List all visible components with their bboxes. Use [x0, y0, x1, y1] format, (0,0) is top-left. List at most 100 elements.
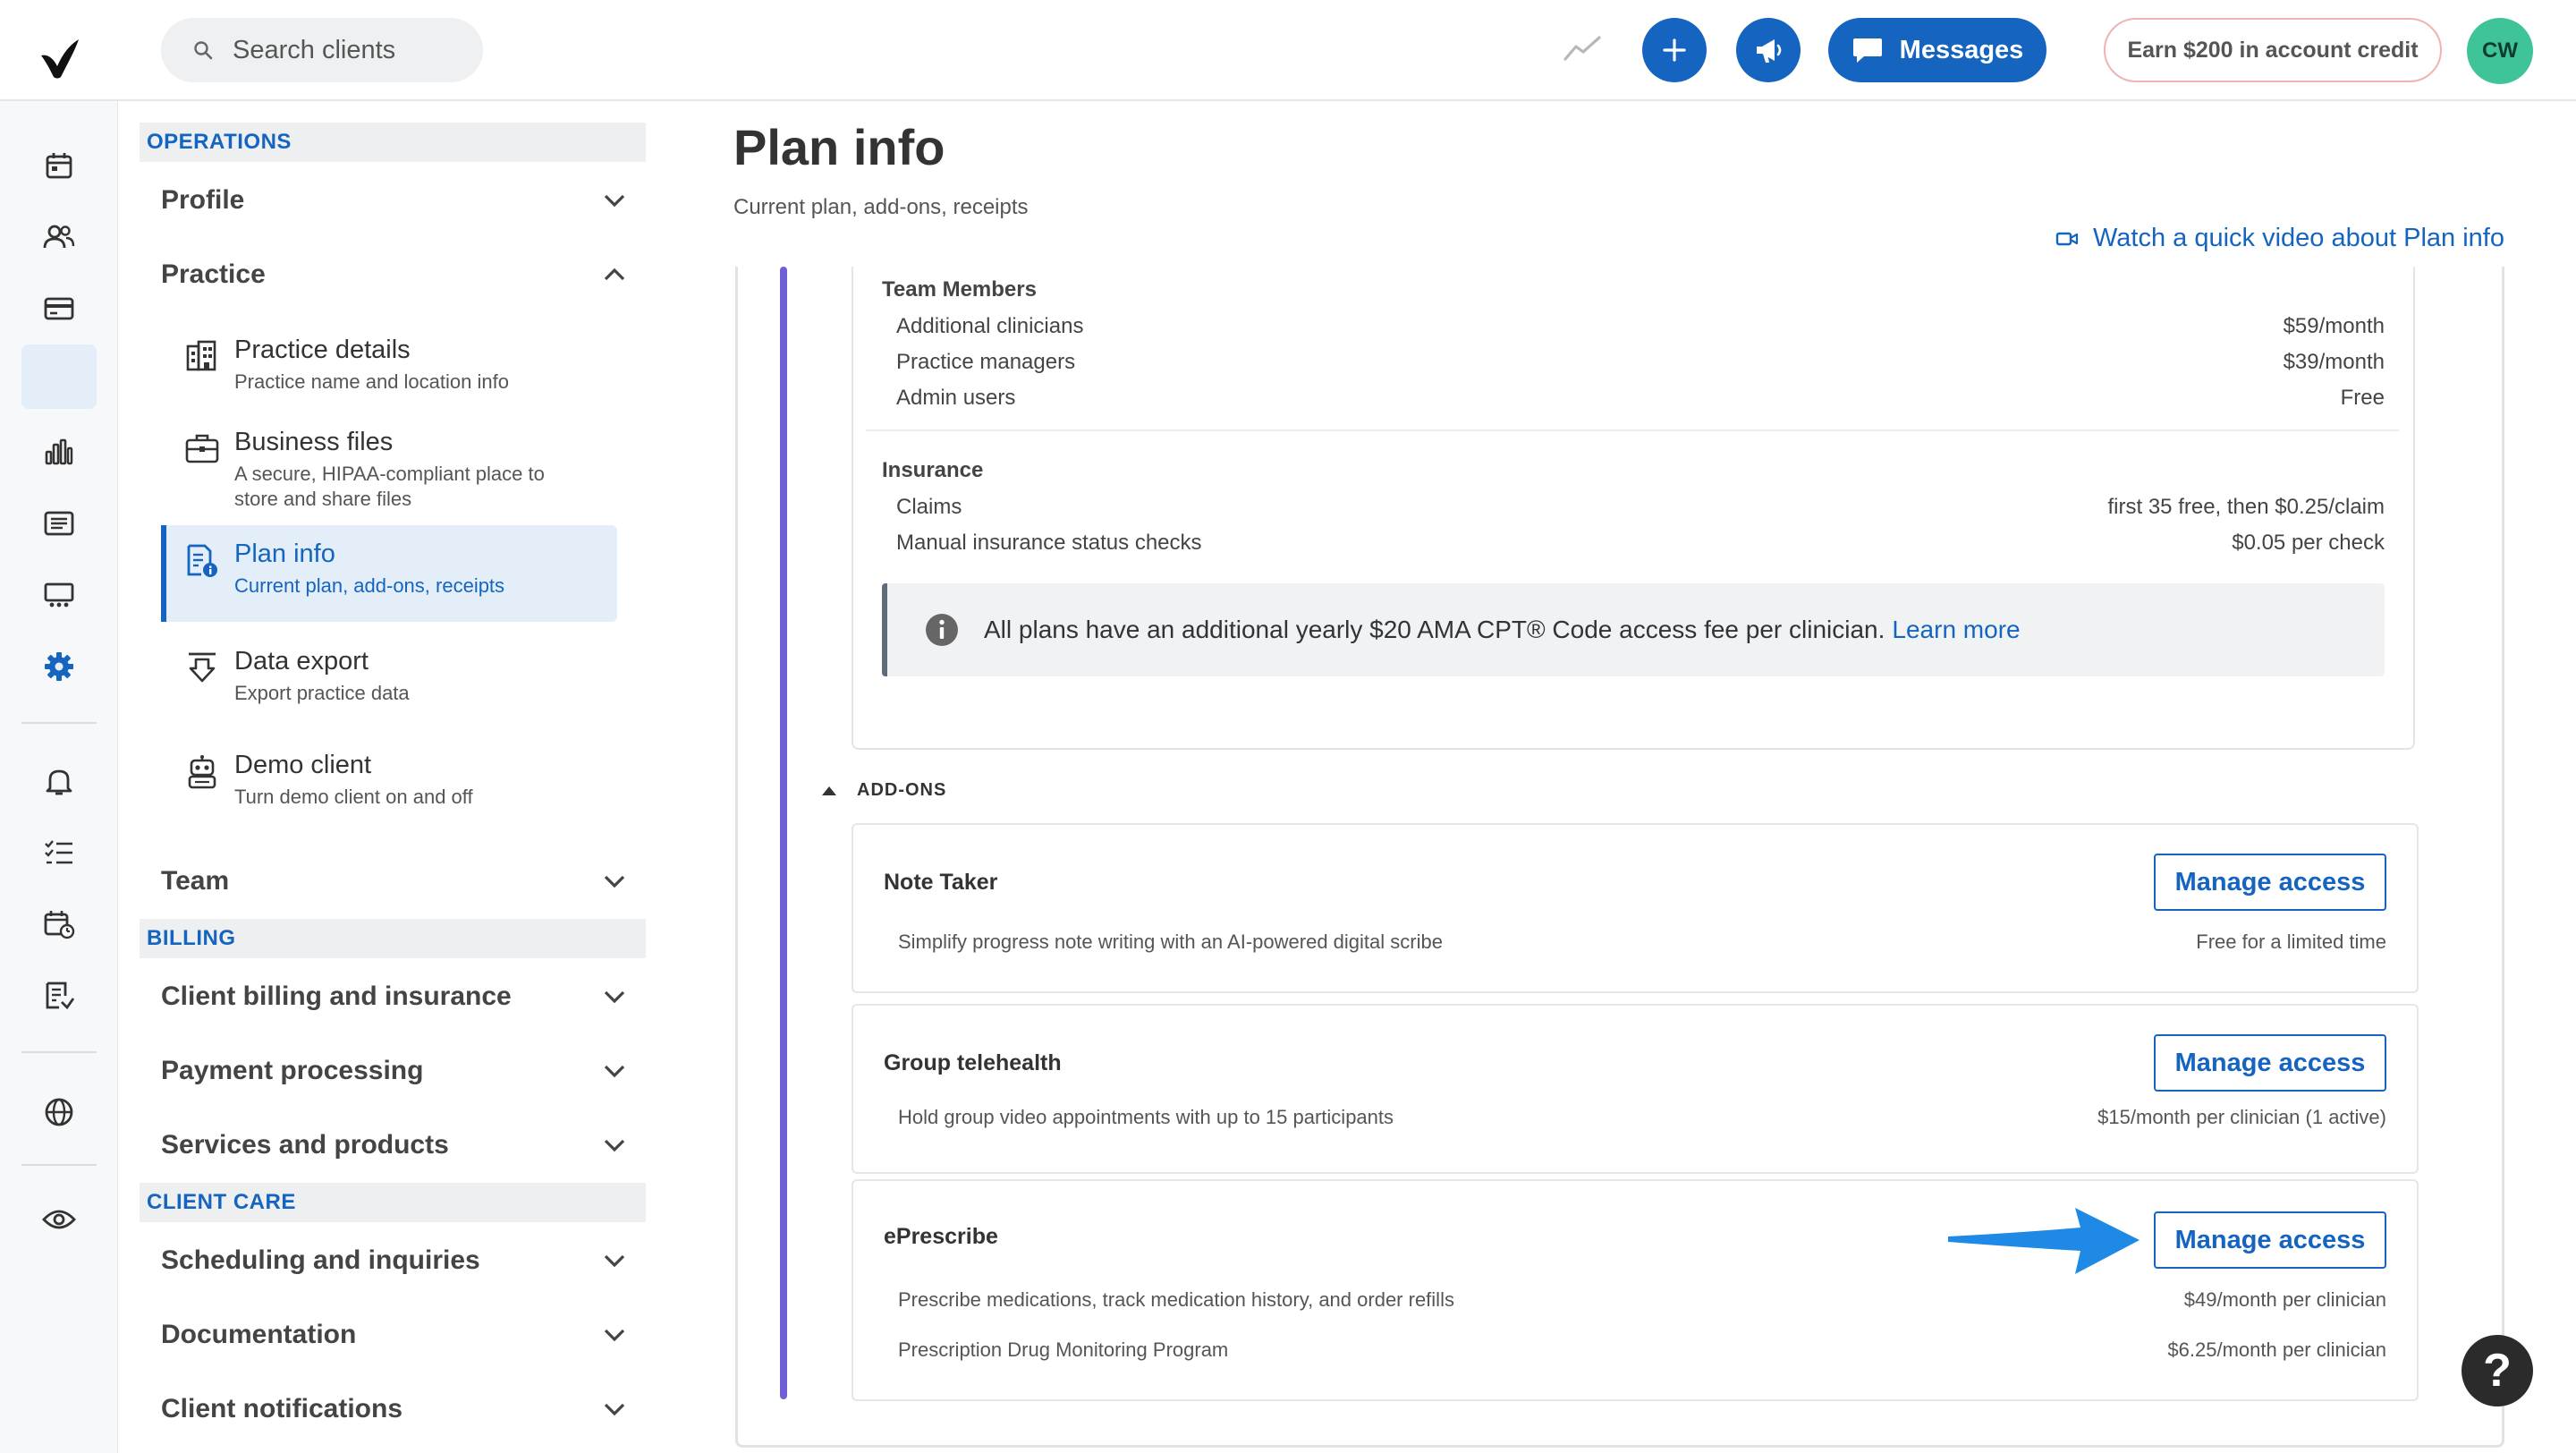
nav-profile-label: Profile: [161, 185, 245, 215]
settings-nav-active[interactable]: [21, 344, 97, 409]
nav-data-export[interactable]: Data export Export practice data: [161, 645, 617, 706]
search-input[interactable]: [233, 35, 447, 65]
business-files-title: Business files: [234, 428, 394, 456]
nav-practice-details[interactable]: Practice details Practice name and locat…: [161, 334, 617, 395]
icon-rail: [0, 101, 118, 1453]
chevron-down-icon: [604, 875, 625, 888]
manage-access-button[interactable]: Manage access: [2154, 1211, 2386, 1269]
price-row-label: Additional clinicians: [896, 314, 1084, 338]
nav-profile[interactable]: Profile: [161, 174, 626, 227]
addon-price: Free for a limited time: [2196, 930, 2386, 953]
price-row-label: Admin users: [896, 386, 1016, 410]
nav-practice[interactable]: Practice: [161, 248, 626, 302]
rail-divider: [21, 1051, 97, 1053]
manage-access-button[interactable]: Manage access: [2154, 854, 2386, 911]
page-subtitle: Current plan, add-ons, receipts: [733, 195, 1029, 219]
notes-list-icon[interactable]: [38, 502, 80, 545]
addon-description: Prescription Drug Monitoring Program: [898, 1338, 1229, 1361]
settings-nav: OPERATIONS Profile Practice Practice det…: [118, 101, 658, 1453]
help-button[interactable]: ?: [2462, 1335, 2533, 1406]
earn-credit-button[interactable]: Earn $200 in account credit: [2104, 18, 2442, 82]
settings-gear-icon[interactable]: [38, 645, 80, 688]
marketplace-icon[interactable]: [38, 574, 80, 616]
data-export-desc: Export practice data: [234, 682, 410, 704]
robot-icon: [182, 754, 222, 790]
addon-description: Simplify progress note writing with an A…: [898, 930, 1443, 953]
analytics-icon[interactable]: [38, 430, 80, 473]
avatar-initials: CW: [2482, 38, 2518, 63]
megaphone-icon: [1757, 39, 1782, 63]
earn-credit-label: Earn $200 in account credit: [2127, 37, 2419, 63]
chevron-down-icon: [604, 1329, 625, 1342]
addon-price: $49/month per clinician: [2183, 1288, 2386, 1311]
rail-divider: [21, 1164, 97, 1166]
building-icon: [182, 339, 222, 373]
notifications-bell-icon[interactable]: [38, 760, 80, 803]
nav-client-notifications[interactable]: Client notifications: [161, 1382, 626, 1436]
nav-documentation[interactable]: Documentation: [161, 1308, 626, 1362]
messages-button[interactable]: Messages: [1828, 18, 2046, 82]
addon-name: Note Taker: [884, 870, 998, 895]
nav-business-files[interactable]: Business files A secure, HIPAA-compliant…: [161, 426, 617, 512]
plan-info-title: Plan info: [234, 540, 335, 568]
nav-scheduling-label: Scheduling and inquiries: [161, 1245, 480, 1275]
price-row-value: $39/month: [2283, 350, 2385, 374]
nav-demo-client[interactable]: Demo client Turn demo client on and off: [161, 749, 617, 810]
addon-description: Prescribe medications, track medication …: [898, 1288, 1454, 1311]
chevron-down-icon: [604, 194, 625, 208]
practice-details-title: Practice details: [234, 336, 411, 364]
price-row-label: Claims: [896, 495, 962, 519]
watch-video-label: Watch a quick video about Plan info: [2093, 224, 2504, 252]
trend-chart-icon[interactable]: [1563, 34, 1601, 64]
billing-card-icon[interactable]: [38, 287, 80, 330]
addon-price: $6.25/month per clinician: [2167, 1338, 2386, 1361]
plan-accent-bar: [780, 267, 787, 1399]
nav-payment-processing[interactable]: Payment processing: [161, 1044, 626, 1098]
price-row-value: $59/month: [2283, 314, 2385, 338]
user-avatar[interactable]: CW: [2467, 18, 2533, 84]
addons-toggle[interactable]: ADD-ONS: [821, 780, 946, 801]
nav-team-label: Team: [161, 866, 230, 896]
visibility-eye-icon[interactable]: [38, 1198, 80, 1241]
price-row: Manual insurance status checks $0.05 per…: [896, 531, 2385, 556]
chevron-down-icon: [604, 1139, 625, 1152]
create-new-button[interactable]: [1642, 18, 1707, 82]
clients-icon[interactable]: [38, 216, 80, 259]
export-download-icon: [182, 650, 222, 684]
nav-scheduling[interactable]: Scheduling and inquiries: [161, 1234, 626, 1287]
data-export-title: Data export: [234, 647, 369, 676]
chat-bubble-icon: [1852, 38, 1882, 63]
watch-video-link[interactable]: Watch a quick video about Plan info: [2055, 224, 2504, 253]
demo-client-title: Demo client: [234, 751, 372, 779]
info-icon: [925, 613, 959, 647]
nav-plan-info[interactable]: Plan info Current plan, add-ons, receipt…: [161, 525, 617, 622]
price-row-label: Manual insurance status checks: [896, 531, 1202, 555]
nav-team[interactable]: Team: [161, 854, 626, 908]
addon-card-eprescribe: ePrescribe Manage access Prescribe medic…: [852, 1179, 2419, 1401]
addon-price: $15/month per clinician (1 active): [2097, 1106, 2386, 1128]
demo-client-desc: Turn demo client on and off: [234, 786, 473, 808]
price-row: Additional clinicians $59/month: [896, 314, 2385, 339]
learn-more-link[interactable]: Learn more: [1892, 616, 2020, 644]
plan-document-icon: [182, 543, 222, 579]
appointment-requests-icon[interactable]: [38, 903, 80, 946]
nav-documentation-label: Documentation: [161, 1320, 357, 1349]
tasks-checklist-icon[interactable]: [38, 831, 80, 874]
nav-client-billing-label: Client billing and insurance: [161, 981, 512, 1011]
client-portal-globe-icon[interactable]: [38, 1091, 80, 1134]
calendar-icon[interactable]: [38, 144, 80, 187]
nav-services-products[interactable]: Services and products: [161, 1118, 626, 1172]
nav-client-billing[interactable]: Client billing and insurance: [161, 970, 626, 1024]
announcements-button[interactable]: [1736, 18, 1801, 82]
search-box[interactable]: [161, 18, 483, 82]
reports-icon[interactable]: [38, 974, 80, 1017]
nav-payment-processing-label: Payment processing: [161, 1056, 424, 1085]
price-row-value: first 35 free, then $0.25/claim: [2107, 495, 2385, 519]
chevron-down-icon: [604, 990, 625, 1004]
price-row: Claims first 35 free, then $0.25/claim: [896, 495, 2385, 520]
manage-access-button[interactable]: Manage access: [2154, 1034, 2386, 1092]
app-logo-icon[interactable]: [36, 36, 82, 82]
highlight-arrow-icon: [1946, 1201, 2143, 1278]
section-header-client-care: CLIENT CARE: [140, 1183, 646, 1222]
chevron-down-icon: [604, 1065, 625, 1078]
